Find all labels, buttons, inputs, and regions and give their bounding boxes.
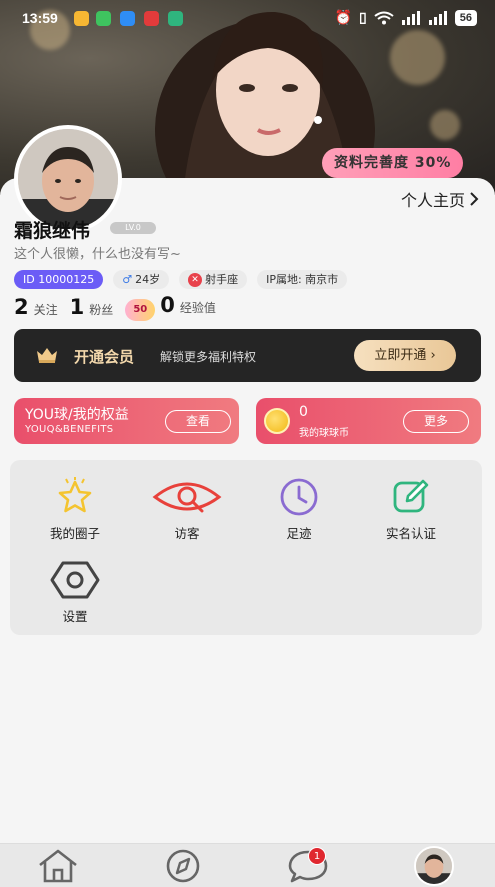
- crown-icon: [37, 348, 57, 363]
- status-bar: 13:59 ⏰ ▯ 56: [0, 0, 495, 36]
- wifi-icon: [374, 11, 394, 24]
- grid-item-my-circles[interactable]: 我的圈子: [20, 477, 130, 542]
- settings-icon: [50, 561, 100, 599]
- grid-label: 足迹: [286, 526, 312, 541]
- benefits-title: YOU球/我的权益: [25, 407, 129, 423]
- signal-icon: [428, 10, 447, 25]
- coins-card[interactable]: 0 我的球球币 更多: [256, 398, 481, 444]
- grid-label: 实名认证: [385, 526, 436, 541]
- xiaohongshu-icon: [144, 11, 159, 26]
- tab-profile[interactable]: [409, 846, 459, 886]
- user-name: 霜狼继伟: [14, 220, 91, 242]
- vip-banner[interactable]: 开通会员 解锁更多福利特权 立即开通 ›: [14, 329, 481, 382]
- grid-item-footprints[interactable]: 足迹: [244, 477, 354, 542]
- battery-icon: 56: [454, 9, 477, 26]
- vip-activate-button[interactable]: 立即开通 ›: [354, 340, 456, 371]
- more-coins-button[interactable]: 更多: [403, 410, 469, 433]
- vip-title: 开通会员: [74, 348, 135, 366]
- benefits-subtitle: YOUQ&BENEFITS: [25, 424, 114, 435]
- feature-grid: 我的圈子 访客 足迹 实名认证 设置: [10, 460, 482, 635]
- avatar-image: [416, 848, 452, 884]
- weibo-icon: [74, 11, 89, 26]
- fans-label: 粉丝: [89, 303, 114, 317]
- edit-icon: [393, 479, 429, 513]
- user-bio: 这个人很懒，什么也没有写~: [14, 247, 181, 262]
- experience-count: 0: [160, 293, 175, 317]
- discover-icon: [166, 849, 200, 883]
- vip-activate-label: 立即开通: [374, 348, 427, 363]
- tab-discover[interactable]: [158, 848, 208, 884]
- browser-icon: [120, 11, 135, 26]
- bokeh-light: [430, 110, 460, 140]
- experience-stat[interactable]: 50 0 经验值: [125, 293, 216, 321]
- message-badge: 1: [308, 847, 326, 865]
- home-icon: [39, 849, 77, 883]
- grid-item-visitors[interactable]: 访客: [132, 477, 242, 542]
- profile-tags: ID 10000125 ♂ 24岁 ✕ 射手座 IP属地: 南京市: [14, 270, 348, 289]
- ip-location-tag: IP属地: 南京市: [257, 270, 348, 289]
- homepage-link-label: 个人主页: [400, 191, 465, 210]
- coin-balance: 0: [299, 404, 308, 420]
- chevron-right-icon: ›: [430, 348, 436, 363]
- signal-icon: [401, 10, 420, 25]
- star-icon: [58, 477, 92, 513]
- app-icon: [168, 11, 183, 26]
- grid-label: 设置: [62, 609, 88, 624]
- benefits-card[interactable]: YOU球/我的权益 YOUQ&BENEFITS 查看: [14, 398, 239, 444]
- clock-icon: [280, 478, 318, 516]
- vibrate-icon: ▯: [359, 9, 367, 25]
- alarm-icon: ⏰: [334, 9, 353, 25]
- zodiac-tag: ✕ 射手座: [179, 270, 248, 289]
- male-icon: ♂: [122, 273, 133, 286]
- following-count: 2: [14, 295, 29, 319]
- profile-stats: 2 关注 1 粉丝 50 0 经验值: [14, 293, 216, 321]
- view-benefits-button[interactable]: 查看: [165, 410, 231, 433]
- following-stat[interactable]: 2 关注: [14, 295, 58, 319]
- wechat-icon: [96, 11, 111, 26]
- experience-level-badge: 50: [125, 299, 156, 321]
- grid-item-real-name-verification[interactable]: 实名认证: [356, 477, 466, 542]
- bokeh-light: [390, 30, 445, 85]
- status-time: 13:59: [22, 10, 58, 26]
- fans-stat[interactable]: 1 粉丝: [70, 295, 114, 319]
- sagittarius-icon: ✕: [188, 272, 203, 287]
- tab-home[interactable]: [33, 848, 83, 884]
- age-label: 24岁: [135, 273, 161, 286]
- experience-label: 经验值: [179, 301, 216, 315]
- age-tag: ♂ 24岁: [113, 270, 170, 289]
- personal-homepage-link[interactable]: 个人主页: [401, 187, 479, 211]
- coin-icon: [264, 408, 290, 434]
- level-badge: LV.0: [110, 222, 156, 234]
- avatar-image: [18, 129, 118, 229]
- user-id-tag[interactable]: ID 10000125: [14, 270, 104, 289]
- grid-item-settings[interactable]: 设置: [20, 560, 130, 625]
- grid-label: 我的圈子: [49, 526, 100, 541]
- fans-count: 1: [69, 295, 85, 319]
- following-label: 关注: [33, 303, 58, 317]
- zodiac-label: 射手座: [205, 273, 239, 286]
- tab-messages[interactable]: 1: [283, 847, 333, 884]
- chevron-right-icon: [470, 192, 479, 206]
- profile-completeness-badge[interactable]: 资料完善度 30%: [322, 148, 464, 184]
- profile-avatar: [414, 846, 454, 886]
- eye-icon: [152, 482, 222, 513]
- grid-label: 访客: [174, 526, 200, 541]
- vip-subtitle: 解锁更多福利特权: [160, 350, 257, 364]
- coin-label: 我的球球币: [299, 428, 349, 439]
- bottom-tab-bar: 1: [0, 843, 495, 887]
